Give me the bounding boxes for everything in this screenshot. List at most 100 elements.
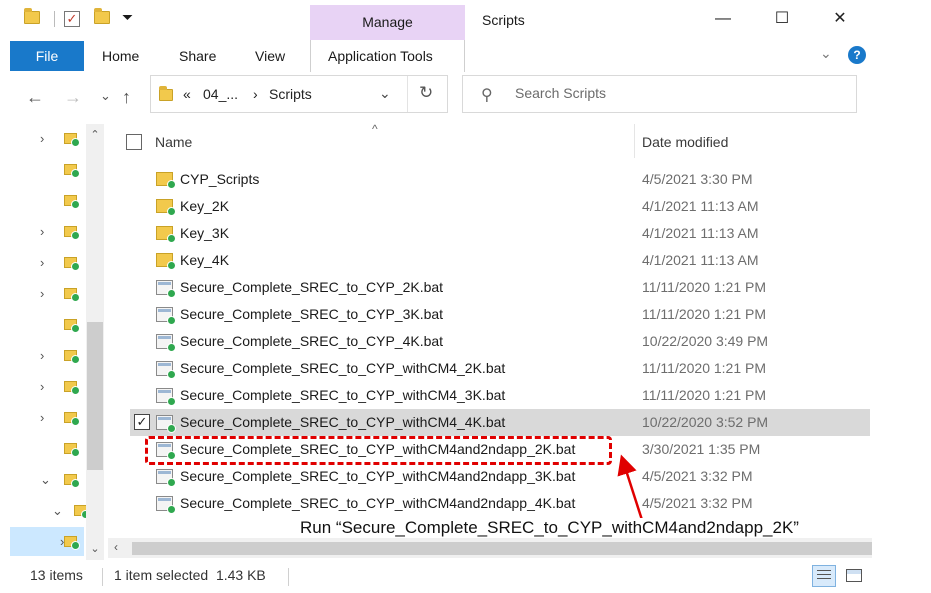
help-icon[interactable]: ? <box>848 46 866 64</box>
scroll-up-icon[interactable]: ⌃ <box>86 128 104 141</box>
search-input[interactable] <box>515 85 835 101</box>
folder-icon <box>156 253 176 270</box>
file-date-modified: 11/11/2020 1:21 PM <box>642 360 767 376</box>
large-icons-view-button[interactable] <box>842 565 866 587</box>
tab-view[interactable]: View <box>255 48 285 64</box>
chevron-down-icon[interactable]: ⌄ <box>379 85 391 102</box>
nav-tree-item[interactable] <box>0 434 85 465</box>
list-item[interactable]: Key_4K 4/1/2021 11:13 AM <box>130 247 870 274</box>
list-item[interactable]: Secure_Complete_SREC_to_CYP_withCM4and2n… <box>130 490 870 517</box>
breadcrumb-current[interactable]: Scripts <box>269 86 312 102</box>
back-arrow-icon[interactable]: ← <box>26 87 44 108</box>
file-list: Name ^ Date modified CYP_Scripts 4/5/2021… <box>108 122 872 564</box>
folder-icon <box>64 133 80 147</box>
folder-icon <box>156 172 176 189</box>
horizontal-scrollbar[interactable]: ‹ <box>108 538 872 558</box>
scroll-left-icon[interactable]: ‹ <box>114 540 118 554</box>
list-item[interactable]: Secure_Complete_SREC_to_CYP_withCM4and2n… <box>130 463 870 490</box>
nav-tree-item[interactable]: › <box>0 527 85 558</box>
list-item[interactable]: Secure_Complete_SREC_to_CYP_4K.bat 10/22/… <box>130 328 870 355</box>
nav-tree-item[interactable]: ⌄ <box>0 496 90 527</box>
list-item[interactable]: ✓ Secure_Complete_SREC_to_CYP_withCM4_4K.… <box>130 409 870 436</box>
divider <box>288 568 289 586</box>
navigation-pane: › › › › › › › ⌄ ⌄ › ⌃ ⌄ <box>0 124 108 560</box>
chevron-right-icon[interactable]: › <box>40 410 44 425</box>
file-name: Secure_Complete_SREC_to_CYP_withCM4_4K.b… <box>180 414 506 430</box>
file-name: Secure_Complete_SREC_to_CYP_withCM4_3K.b… <box>180 387 506 403</box>
details-view-icon <box>817 570 831 582</box>
file-name: Key_3K <box>180 225 230 241</box>
scroll-thumb[interactable] <box>132 542 872 555</box>
list-item[interactable]: Secure_Complete_SREC_to_CYP_withCM4_3K.b… <box>130 382 870 409</box>
scroll-down-icon[interactable]: ⌄ <box>86 542 104 555</box>
details-view-button[interactable] <box>812 565 836 587</box>
list-item[interactable]: Secure_Complete_SREC_to_CYP_2K.bat 11/11/… <box>130 274 870 301</box>
nav-tree-item[interactable]: › <box>0 124 85 155</box>
file-name: Secure_Complete_SREC_to_CYP_withCM4and2n… <box>180 468 576 484</box>
tab-share[interactable]: Share <box>179 48 216 64</box>
chevron-right-icon[interactable]: › <box>40 286 44 301</box>
nav-tree-item[interactable] <box>0 155 85 186</box>
nav-tree-item[interactable]: › <box>0 279 85 310</box>
list-item[interactable]: Secure_Complete_SREC_to_CYP_3K.bat 11/11/… <box>130 301 870 328</box>
batch-file-icon <box>156 334 176 352</box>
ribbon-collapse-icon[interactable]: ⌄ <box>820 45 832 62</box>
refresh-icon[interactable]: ↻ <box>419 83 433 103</box>
customize-toolbar-icon[interactable]: ⏷ <box>122 9 133 26</box>
file-name: Secure_Complete_SREC_to_CYP_4K.bat <box>180 333 444 349</box>
file-date-modified: 4/5/2021 3:32 PM <box>642 495 753 511</box>
chevron-right-icon[interactable]: › <box>40 131 44 146</box>
column-divider[interactable] <box>634 124 635 158</box>
file-date-modified: 4/1/2021 11:13 AM <box>642 198 759 214</box>
column-header-date-modified[interactable]: Date modified <box>642 134 728 150</box>
file-name: CYP_Scripts <box>180 171 260 187</box>
row-checkbox[interactable]: ✓ <box>134 414 150 430</box>
list-item[interactable]: Key_3K 4/1/2021 11:13 AM <box>130 220 870 247</box>
batch-file-icon <box>156 361 176 379</box>
chevron-right-icon[interactable]: › <box>40 348 44 363</box>
ribbon-tabs: File Home Share View Application Tools ⌄… <box>0 40 931 72</box>
nav-tree-item[interactable]: › <box>0 217 85 248</box>
search-box[interactable]: ⚲ <box>462 75 857 113</box>
maximize-button[interactable]: ☐ <box>762 6 802 32</box>
forward-arrow-icon[interactable]: → <box>64 87 82 108</box>
nav-tree-item[interactable] <box>0 310 85 341</box>
folder-icon <box>64 536 80 550</box>
properties-check-icon[interactable]: ✓ <box>64 11 80 27</box>
up-arrow-icon[interactable]: ↑ <box>122 87 131 108</box>
list-item[interactable]: Secure_Complete_SREC_to_CYP_withCM4_2K.b… <box>130 355 870 382</box>
folder-icon[interactable] <box>24 8 40 24</box>
nav-tree-item[interactable]: › <box>0 403 85 434</box>
list-item[interactable]: Key_2K 4/1/2021 11:13 AM <box>130 193 870 220</box>
breadcrumb-item[interactable]: 04_... <box>203 86 238 102</box>
recent-locations-icon[interactable]: ⌄ <box>100 88 111 104</box>
breadcrumb-overflow[interactable]: « <box>183 86 191 102</box>
file-date-modified: 11/11/2020 1:21 PM <box>642 279 767 295</box>
chevron-down-icon[interactable]: ⌄ <box>52 503 63 519</box>
nav-scrollbar[interactable]: ⌃ ⌄ <box>86 124 104 560</box>
chevron-right-icon[interactable]: › <box>40 224 44 239</box>
nav-tree-item[interactable]: › <box>0 372 85 403</box>
new-folder-icon[interactable] <box>94 8 110 24</box>
nav-tree-item[interactable]: › <box>0 248 85 279</box>
folder-icon <box>64 288 80 302</box>
list-item[interactable]: CYP_Scripts 4/5/2021 3:30 PM <box>130 166 870 193</box>
tab-application-tools[interactable]: Application Tools <box>328 48 433 64</box>
tab-home[interactable]: Home <box>102 48 139 64</box>
file-date-modified: 10/22/2020 3:52 PM <box>642 414 769 430</box>
nav-tree-item[interactable] <box>0 186 85 217</box>
manage-tab-label[interactable]: Manage <box>310 14 465 30</box>
scroll-thumb[interactable] <box>87 322 103 470</box>
chevron-right-icon[interactable]: › <box>40 255 44 270</box>
chevron-down-icon[interactable]: ⌄ <box>40 472 51 488</box>
tab-file[interactable]: File <box>10 41 84 71</box>
close-button[interactable]: ✕ <box>820 6 860 32</box>
address-bar[interactable]: « 04_... › Scripts ⌄ ↻ <box>150 75 448 113</box>
nav-tree-item[interactable]: ⌄ <box>0 465 85 496</box>
chevron-right-icon[interactable]: › <box>40 379 44 394</box>
minimize-button[interactable]: — <box>703 6 743 32</box>
breadcrumb-separator[interactable]: › <box>253 86 258 102</box>
select-all-checkbox[interactable] <box>126 134 142 150</box>
nav-tree-item[interactable]: › <box>0 341 85 372</box>
column-header-name[interactable]: Name <box>155 134 192 150</box>
